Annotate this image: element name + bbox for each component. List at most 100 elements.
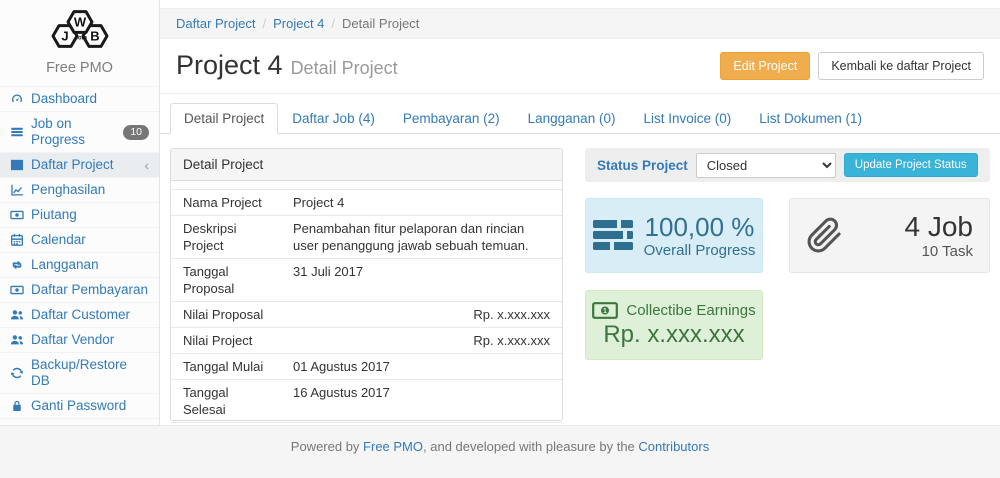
tab-daftar-job-4[interactable]: Daftar Job (4) — [278, 103, 389, 134]
collectible-earnings-header: 1 Collectibe Earnings — [592, 302, 755, 319]
detail-value: 16 Agustus 2017 — [281, 380, 562, 423]
status-project-bar: Status Project Closed Update Project Sta… — [585, 148, 990, 182]
detail-value: Penambahan fitur pelaporan dan rincian u… — [281, 216, 562, 259]
update-project-status-button[interactable]: Update Project Status — [844, 153, 978, 177]
sidebar-item-label: Penghasilan — [31, 182, 105, 198]
svg-text:W: W — [73, 15, 86, 30]
footer: Powered by Free PMO, and developed with … — [0, 425, 1000, 478]
detail-row-deskripsi-project: Deskripsi ProjectPenambahan fitur pelapo… — [171, 216, 562, 259]
breadcrumb-separator: / — [324, 16, 342, 31]
users-icon — [10, 333, 24, 347]
calendar-icon — [10, 233, 24, 247]
breadcrumb-item-detail-project: Detail Project — [342, 16, 419, 31]
sidebar-item-penghasilan[interactable]: Penghasilan — [0, 177, 159, 202]
sidebar-item-daftar-customer[interactable]: Daftar Customer — [0, 302, 159, 327]
detail-row-tanggal-mulai: Tanggal Mulai01 Agustus 2017 — [171, 354, 562, 380]
detail-row-nilai-proposal: Nilai ProposalRp. x.xxx.xxx — [171, 302, 562, 328]
brand-logo[interactable]: J B W .com Free PMO — [0, 0, 159, 76]
overall-progress-value: 100,00 % — [644, 213, 756, 241]
detail-label: Tanggal Proposal — [171, 259, 281, 302]
tab-list-dokumen-1[interactable]: List Dokumen (1) — [745, 103, 876, 134]
task-count: 10 Task — [905, 243, 974, 260]
detail-table: Nama ProjectProject 4Deskripsi ProjectPe… — [171, 189, 562, 425]
jwb-hexagon-logo-icon: J B W .com — [34, 8, 126, 54]
detail-label: Tanggal Mulai — [171, 354, 281, 380]
content-row: Detail Project Nama ProjectProject 4Desk… — [160, 134, 1000, 421]
brand-name: Free PMO — [0, 60, 159, 76]
sidebar-item-label: Daftar Pembayaran — [31, 282, 148, 298]
sidebar-item-piutang[interactable]: Piutang — [0, 202, 159, 227]
detail-value: Rp. x.xxx.xxx — [281, 328, 562, 354]
page-header: Project 4Detail Project Edit Project Kem… — [160, 39, 1000, 94]
tasks-icon — [593, 219, 633, 252]
lock-icon — [10, 399, 24, 413]
detail-value: Rp. x.xxx.xxx — [281, 302, 562, 328]
panel-title: Detail Project — [171, 149, 562, 181]
sidebar-item-dashboard[interactable]: Dashboard — [0, 86, 159, 111]
footer-text-prefix: Powered by — [291, 439, 363, 454]
users-icon — [10, 308, 24, 322]
paperclip-icon — [806, 217, 843, 254]
tab-bar: Detail ProjectDaftar Job (4)Pembayaran (… — [160, 103, 1000, 134]
tab-list-invoice-0[interactable]: List Invoice (0) — [629, 103, 745, 134]
svg-text:1: 1 — [603, 308, 607, 315]
table-icon — [10, 158, 24, 172]
footer-text-middle: , and developed with pleasure by the — [423, 439, 638, 454]
sidebar-item-label: Calendar — [31, 232, 86, 248]
detail-row-tanggal-selesai: Tanggal Selesai16 Agustus 2017 — [171, 380, 562, 423]
overall-progress-box: 100,00 % Overall Progress — [585, 198, 763, 273]
sidebar-item-label: Daftar Project — [31, 157, 114, 173]
detail-table-body: Nama ProjectProject 4Deskripsi ProjectPe… — [171, 190, 562, 426]
sidebar: J B W .com Free PMO DashboardJob on Prog… — [0, 0, 160, 425]
sidebar-item-label: Backup/Restore DB — [31, 357, 149, 389]
svg-text:B: B — [90, 29, 99, 44]
header-buttons: Edit Project Kembali ke daftar Project — [720, 52, 984, 80]
sidebar-item-backup-restore-db[interactable]: Backup/Restore DB — [0, 352, 159, 393]
tab-langganan-0[interactable]: Langganan (0) — [514, 103, 630, 134]
sidebar-item-label: Job on Progress — [31, 116, 116, 148]
tab-detail-project[interactable]: Detail Project — [170, 103, 278, 134]
money-icon — [10, 208, 24, 222]
footer-free-pmo-link[interactable]: Free PMO — [363, 439, 423, 454]
job-count: 4 Job — [905, 212, 974, 241]
chevron-left-icon: ‹ — [144, 159, 149, 171]
breadcrumb-item-daftar-project[interactable]: Daftar Project — [176, 16, 255, 31]
main-content: Daftar Project/Project 4/Detail Project … — [160, 0, 1000, 425]
sidebar-item-label: Daftar Customer — [31, 307, 130, 323]
sidebar-item-langganan[interactable]: Langganan — [0, 252, 159, 277]
detail-row-tanggal-proposal: Tanggal Proposal31 Juli 2017 — [171, 259, 562, 302]
footer-contributors-link[interactable]: Contributors — [638, 439, 709, 454]
tab-pembayaran-2[interactable]: Pembayaran (2) — [389, 103, 514, 134]
sidebar-item-daftar-vendor[interactable]: Daftar Vendor — [0, 327, 159, 352]
page-subtitle: Detail Project — [291, 58, 398, 78]
back-to-project-list-button[interactable]: Kembali ke daftar Project — [818, 52, 984, 80]
sidebar-item-ganti-password[interactable]: Ganti Password — [0, 393, 159, 418]
detail-row-nama-project: Nama ProjectProject 4 — [171, 190, 562, 216]
detail-row-nilai-project: Nilai ProjectRp. x.xxx.xxx — [171, 328, 562, 354]
sidebar-item-label: Langganan — [31, 257, 99, 273]
breadcrumb-item-project-4[interactable]: Project 4 — [273, 16, 324, 31]
sidebar-item-label: Piutang — [31, 207, 77, 223]
sidebar-item-calendar[interactable]: Calendar — [0, 227, 159, 252]
edit-project-button[interactable]: Edit Project — [720, 52, 810, 80]
status-project-label: Status Project — [597, 158, 688, 173]
sidebar-item-daftar-pembayaran[interactable]: Daftar Pembayaran — [0, 277, 159, 302]
sidebar-item-daftar-project[interactable]: Daftar Project ‹ — [0, 152, 159, 177]
collectible-earnings-value: Rp. x.xxx.xxx — [603, 321, 744, 349]
collectible-earnings-title: Collectibe Earnings — [626, 302, 755, 319]
overall-progress-text: 100,00 % Overall Progress — [644, 213, 756, 259]
detail-value: Project 4 — [281, 190, 562, 216]
job-task-box: 4 Job 10 Task — [789, 198, 990, 273]
detail-label: Nilai Proposal — [171, 302, 281, 328]
money-icon — [10, 283, 24, 297]
refresh-icon — [10, 366, 24, 380]
detail-project-panel: Detail Project Nama ProjectProject 4Desk… — [170, 148, 563, 421]
money-icon: 1 — [592, 302, 618, 319]
list-icon — [10, 125, 24, 139]
svg-text:J: J — [61, 29, 68, 44]
svg-text:.com: .com — [72, 36, 86, 42]
status-project-select[interactable]: Closed — [696, 153, 836, 178]
job-task-text: 4 Job 10 Task — [905, 212, 974, 260]
page-title: Project 4Detail Project — [176, 50, 398, 81]
sidebar-item-job-on-progress[interactable]: Job on Progress10 — [0, 111, 159, 152]
